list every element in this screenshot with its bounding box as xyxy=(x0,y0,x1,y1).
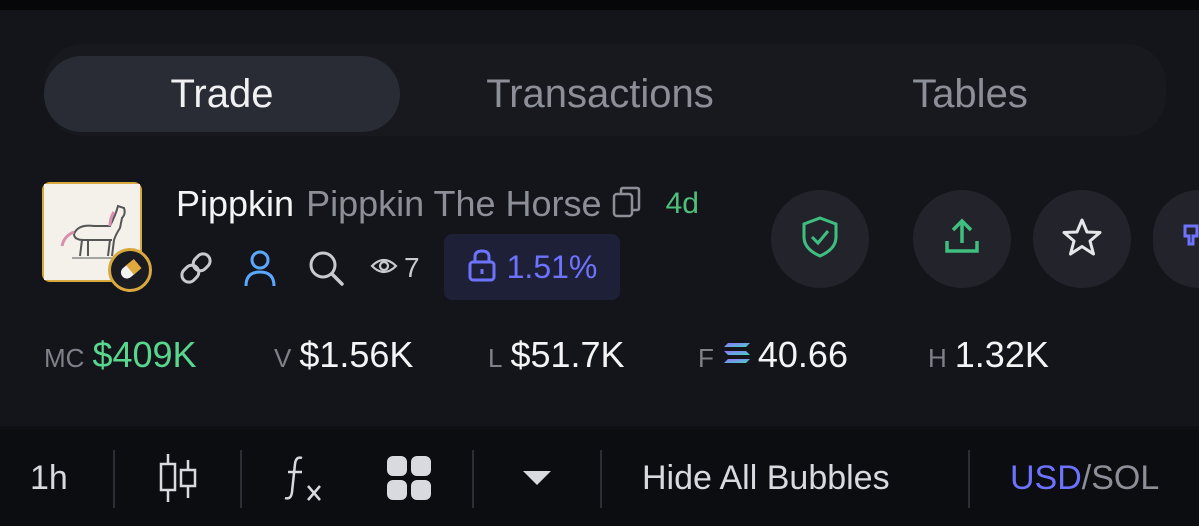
toolbar-divider xyxy=(472,450,474,508)
user-icon[interactable] xyxy=(242,240,278,296)
stat-holders: H 1.32K xyxy=(928,334,1049,376)
currency-usd[interactable]: USD xyxy=(1010,459,1082,498)
stat-value-v: $1.56K xyxy=(299,334,414,375)
stat-label-mc: MC xyxy=(44,343,85,373)
share-button[interactable] xyxy=(913,190,1011,288)
favorite-button[interactable] xyxy=(1033,190,1131,288)
star-icon xyxy=(1061,217,1103,262)
stat-volume: V $1.56K xyxy=(274,334,413,376)
stat-value-mc: $409K xyxy=(92,334,197,375)
pill-icon xyxy=(108,248,152,292)
hide-bubbles-label: Hide All Bubbles xyxy=(642,458,890,497)
chevron-down-icon[interactable] xyxy=(520,430,554,526)
interval-button[interactable]: 1h xyxy=(30,430,68,526)
copy-icon[interactable] xyxy=(612,186,642,223)
token-name: Pippkin The Horse xyxy=(306,183,602,224)
chart-toolbar: 1h Hide All Bubbles USD / SOL xyxy=(0,430,1199,526)
eye-icon xyxy=(370,256,398,281)
stat-value-f: 40.66 xyxy=(757,334,848,375)
toolbar-divider xyxy=(600,450,602,508)
lock-icon xyxy=(467,248,497,287)
stat-label-v: V xyxy=(274,343,292,373)
token-age: 4d xyxy=(665,187,699,220)
token-ticker: Pippkin xyxy=(176,183,295,224)
stat-value-l: $51.7K xyxy=(510,334,625,375)
stat-label-f: F xyxy=(698,343,714,373)
toolbar-divider xyxy=(113,450,115,508)
share-icon xyxy=(942,217,982,262)
views-count: 7 xyxy=(404,252,420,283)
top-edge xyxy=(0,0,1199,10)
search-icon[interactable] xyxy=(306,240,346,296)
candlestick-icon[interactable] xyxy=(156,430,200,526)
token-title-row: Pippkin Pippkin The Horse 4d xyxy=(176,182,699,226)
views-counter: 7 xyxy=(370,240,420,296)
tab-tables[interactable]: Tables xyxy=(790,56,1150,132)
toolbar-divider xyxy=(240,450,242,508)
security-check-button[interactable] xyxy=(771,190,869,288)
currency-separator: / xyxy=(1081,458,1092,497)
locked-supply-badge[interactable]: 1.51% xyxy=(444,234,620,300)
stat-market-cap: MC $409K xyxy=(44,334,197,376)
tab-trade[interactable]: Trade xyxy=(44,56,400,132)
stat-label-l: L xyxy=(488,343,503,373)
solana-icon xyxy=(722,341,752,370)
toolbar-divider xyxy=(968,450,970,508)
hide-bubbles-button[interactable]: Hide All Bubbles xyxy=(642,430,890,526)
stat-fees: F 40.66 xyxy=(698,334,848,376)
stat-liquidity: L $51.7K xyxy=(488,334,625,376)
currency-sol[interactable]: SOL xyxy=(1091,459,1159,498)
indicators-icon[interactable] xyxy=(282,430,326,526)
interval-label: 1h xyxy=(30,458,68,497)
tab-transactions[interactable]: Transactions xyxy=(420,56,780,132)
currency-toggle[interactable]: USD / SOL xyxy=(1010,430,1159,526)
stat-value-h: 1.32K xyxy=(954,334,1049,375)
layout-grid-icon[interactable] xyxy=(386,430,432,526)
tab-bar: Trade Transactions Tables xyxy=(44,44,1166,136)
link-icon[interactable] xyxy=(176,240,216,296)
locked-percentage: 1.51% xyxy=(506,248,598,285)
partial-action-icon xyxy=(1183,222,1199,257)
shield-check-icon xyxy=(800,215,840,264)
stat-label-h: H xyxy=(928,343,947,373)
